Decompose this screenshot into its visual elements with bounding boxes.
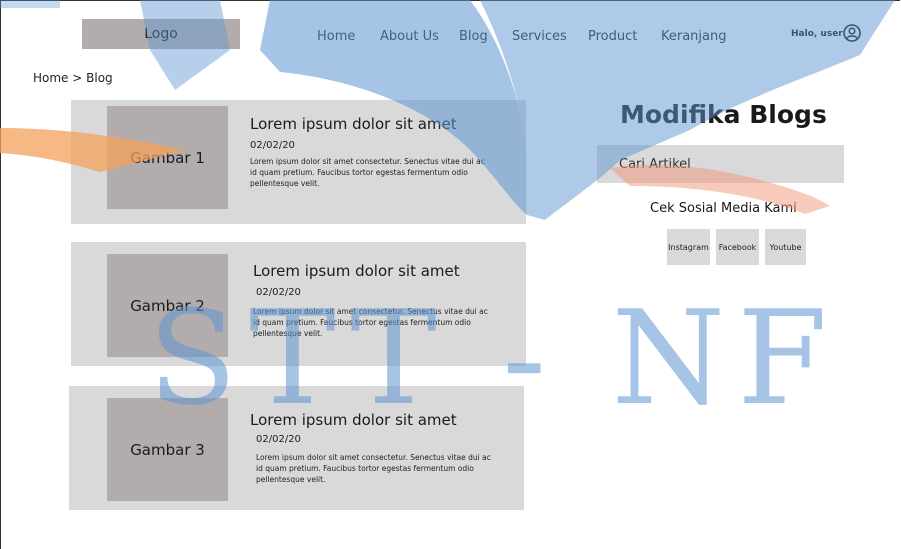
user-greeting: Halo, user xyxy=(791,29,843,39)
post-title[interactable]: Lorem ipsum dolor sit amet xyxy=(250,115,457,133)
post-image[interactable]: Gambar 1 xyxy=(107,106,228,209)
sidebar-title: Modifika Blogs xyxy=(620,100,827,129)
post-date: 02/02/20 xyxy=(250,140,295,151)
instagram-button[interactable]: Instagram xyxy=(667,229,710,265)
logo[interactable]: Logo xyxy=(82,19,240,49)
nav-about-us[interactable]: About Us xyxy=(380,29,439,44)
nav-home[interactable]: Home xyxy=(317,29,355,44)
breadcrumb[interactable]: Home > Blog xyxy=(33,71,113,85)
watermark-text: STT - NF xyxy=(148,282,840,434)
instagram-label: Instagram xyxy=(668,242,709,252)
social-heading: Cek Sosial Media Kami xyxy=(650,201,797,216)
facebook-button[interactable]: Facebook xyxy=(716,229,759,265)
logo-text: Logo xyxy=(144,26,178,42)
nav-keranjang[interactable]: Keranjang xyxy=(661,29,727,44)
nav-services[interactable]: Services xyxy=(512,29,567,44)
post-excerpt: Lorem ipsum dolor sit amet consectetur. … xyxy=(256,453,491,484)
nav-product[interactable]: Product xyxy=(588,29,637,44)
facebook-label: Facebook xyxy=(718,242,757,252)
post-image-label: Gambar 3 xyxy=(130,440,205,459)
search-input[interactable] xyxy=(597,145,844,183)
nav-blog[interactable]: Blog xyxy=(459,29,488,44)
user-circle-icon[interactable] xyxy=(843,24,861,42)
post-date: 02/02/20 xyxy=(256,434,301,445)
youtube-button[interactable]: Youtube xyxy=(765,229,806,265)
post-title[interactable]: Lorem ipsum dolor sit amet xyxy=(253,262,460,280)
youtube-label: Youtube xyxy=(769,242,802,252)
post-image-label: Gambar 1 xyxy=(130,148,205,167)
post-excerpt: Lorem ipsum dolor sit amet consectetur. … xyxy=(250,157,485,188)
